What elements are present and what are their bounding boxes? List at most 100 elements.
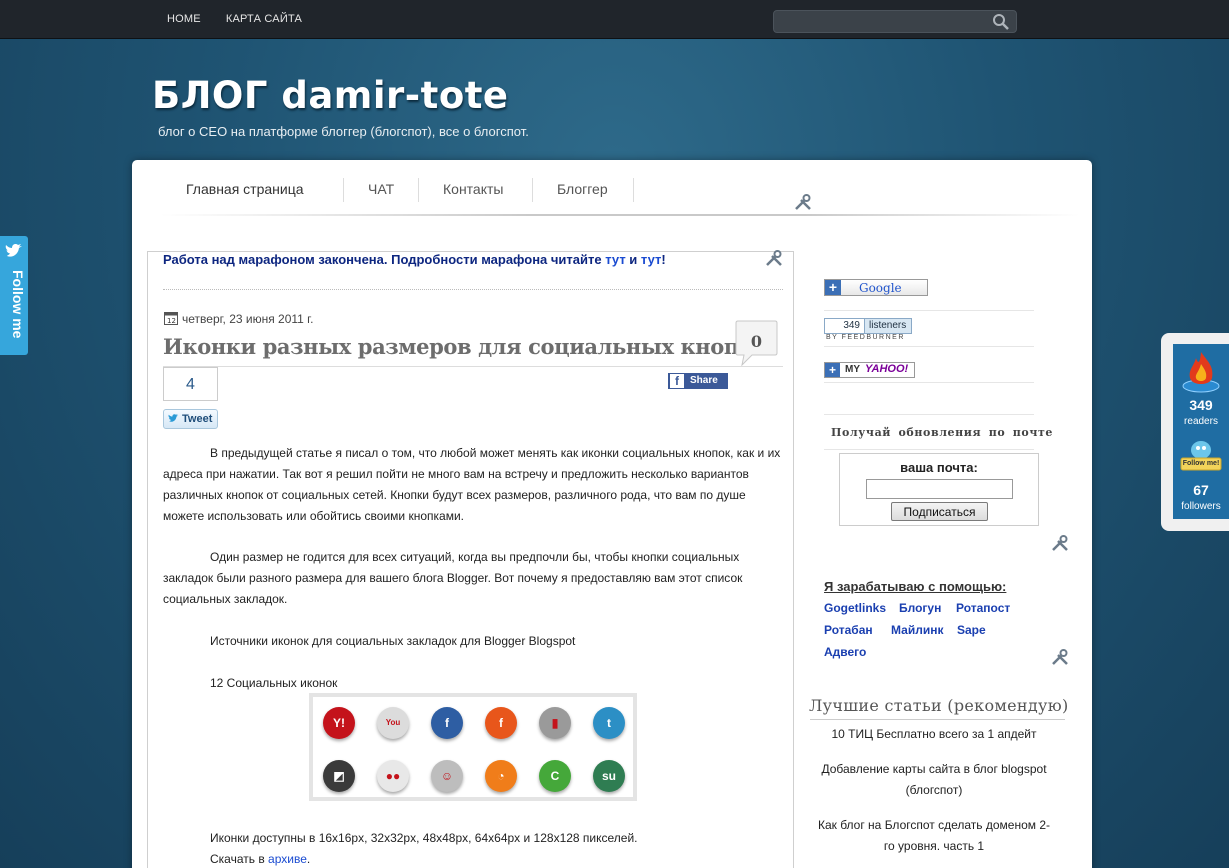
earn-link-gogetlinks[interactable]: Gogetlinks xyxy=(824,601,886,615)
sidebar-divider xyxy=(824,310,1034,311)
sidebar-divider xyxy=(824,414,1034,415)
earn-link-mailink[interactable]: Майлинк xyxy=(891,623,943,637)
share-label: Share xyxy=(690,375,718,386)
announcement-end: ! xyxy=(661,252,666,267)
tweet-count: 4 xyxy=(163,367,218,401)
post-date: четверг, 23 июня 2011 г. xyxy=(182,312,314,326)
earn-link-advego[interactable]: Адвего xyxy=(824,645,866,659)
search-input[interactable] xyxy=(780,14,990,30)
top-nav-home[interactable]: HOME xyxy=(167,13,201,25)
rss-icon: ◔ xyxy=(485,760,517,792)
best-article-link[interactable]: Как блог на Блогспот сделать доменом 2-г… xyxy=(814,815,1054,857)
blog-title[interactable]: БЛОГ damir-tote xyxy=(152,74,509,117)
top-bar: HOME КАРТА САЙТА xyxy=(0,0,1229,39)
announcement-and: и xyxy=(625,252,641,267)
subscribe-button[interactable]: Подписаться xyxy=(891,502,988,521)
sidebar-divider xyxy=(824,449,1034,450)
title-divider xyxy=(163,366,783,367)
nav-separator xyxy=(633,178,634,202)
flame-icon xyxy=(1182,352,1220,393)
dotted-divider xyxy=(163,289,783,290)
earn-heading: Я зарабатываю с помощью: xyxy=(824,579,1007,594)
download-archive-link[interactable]: архиве xyxy=(268,852,307,866)
twitter-icon: t xyxy=(593,707,625,739)
delicious-icon: ◩ xyxy=(323,760,355,792)
post-paragraph-3: Источники иконок для социальных закладок… xyxy=(210,634,576,648)
best-article-link[interactable]: 10 ТИЦ Бесплатно всего за 1 апдейт xyxy=(814,724,1054,745)
earn-link-blogun[interactable]: Блогун xyxy=(899,601,941,615)
facebook-icon: f xyxy=(431,707,463,739)
subscribe-heading: Получай обновления по почте xyxy=(831,426,1053,439)
nav-divider xyxy=(160,214,1080,216)
search-icon[interactable] xyxy=(992,13,1010,31)
post-paragraph-2: Один размер не годится для всех ситуаций… xyxy=(163,550,743,606)
edit-tools-icon[interactable] xyxy=(764,248,784,268)
tweet-button[interactable]: Tweet xyxy=(163,409,218,429)
bird-icon xyxy=(1180,441,1222,471)
add-to-google-button[interactable]: + Google xyxy=(824,279,928,296)
reddit-icon: ☺ xyxy=(431,760,463,792)
best-articles-divider xyxy=(810,719,1065,720)
top-nav-sitemap[interactable]: КАРТА САЙТА xyxy=(226,13,302,25)
nav-separator xyxy=(343,178,344,202)
feed-label: listeners xyxy=(869,320,907,331)
add-to-my-yahoo-button[interactable]: + MY YAHOO! xyxy=(824,362,915,378)
post-paragraph-5: Иконки доступны в 16x16px, 32x32px, 48x4… xyxy=(210,831,638,845)
top-search-box xyxy=(773,10,1017,33)
feedburner-by: BY FEEDBURNER xyxy=(826,334,905,341)
feedburner-counter[interactable]: 349 listeners xyxy=(824,318,912,334)
download-line: Скачать в архиве. xyxy=(163,849,788,868)
social-icons-image: Y! You f f ▮ t ◩ ●● ☺ ◔ Csu xyxy=(309,693,637,801)
readers-label: readers xyxy=(1184,416,1218,427)
nav-home[interactable]: Главная страница xyxy=(186,181,304,197)
facebook-share-button[interactable]: f Share xyxy=(668,373,728,389)
readers-count: 349 xyxy=(1189,397,1213,413)
edit-tools-icon[interactable] xyxy=(1050,647,1070,667)
earn-link-sape[interactable]: Sape xyxy=(957,623,986,637)
earn-link-rotapost[interactable]: Ротапост xyxy=(956,601,1010,615)
calendar-icon: 12 xyxy=(164,312,178,325)
email-label: ваша почта: xyxy=(900,460,978,475)
google-label: Google xyxy=(859,281,902,295)
feed-count: 349 xyxy=(825,319,865,333)
plus-icon: + xyxy=(825,280,841,295)
comment-count: 0 xyxy=(750,332,763,351)
edit-tools-icon[interactable] xyxy=(793,192,813,212)
announcement: Работа над марафоном закончена. Подробно… xyxy=(163,252,666,267)
announcement-link-2[interactable]: тут xyxy=(641,252,661,267)
post-title[interactable]: Иконки разных размеров для социальных кн… xyxy=(163,334,768,359)
edit-tools-icon[interactable] xyxy=(1050,533,1070,553)
blog-description: блог о СЕО на платформе блоггер (блогспо… xyxy=(158,124,529,139)
announcement-link-1[interactable]: тут xyxy=(605,252,625,267)
sidebar-divider xyxy=(824,382,1034,383)
earn-link-rotaban[interactable]: Ротабан xyxy=(824,623,873,637)
plus-icon: + xyxy=(825,363,840,377)
nav-separator xyxy=(532,178,533,202)
email-field[interactable] xyxy=(866,479,1013,499)
comment-count-bubble[interactable]: 0 xyxy=(734,320,779,367)
sidebar-divider xyxy=(824,346,1034,347)
youtube-icon: You xyxy=(377,707,409,739)
nav-contacts[interactable]: Контакты xyxy=(443,181,503,197)
post-paragraph-1: В предыдущей статье я писал о том, что л… xyxy=(163,446,781,523)
nav-separator xyxy=(418,178,419,202)
follow-me-label[interactable]: Follow me xyxy=(2,270,26,380)
technorati-icon: C xyxy=(539,760,571,792)
download-end: . xyxy=(306,852,311,866)
announcement-text: Работа над марафоном закончена. Подробно… xyxy=(163,252,606,267)
subscribe-form: ваша почта: Подписаться xyxy=(839,453,1039,526)
tweet-label: Tweet xyxy=(182,413,213,425)
twitter-bird-icon xyxy=(5,244,23,257)
flickr-icon: ●● xyxy=(377,760,409,792)
yahoo-label: YAHOO! xyxy=(865,363,909,375)
nav-blogger[interactable]: Блоггер xyxy=(557,181,608,197)
nav-chat[interactable]: ЧАТ xyxy=(368,181,394,197)
download-text: Скачать в xyxy=(210,852,269,866)
followers-label: followers xyxy=(1181,501,1221,512)
best-articles-heading: Лучшие статьи (рекомендую) xyxy=(809,696,1069,715)
top-nav: HOME КАРТА САЙТА xyxy=(167,13,324,25)
post-paragraph-4: 12 Социальных иконок xyxy=(210,676,338,690)
stumbleupon-icon: su xyxy=(593,760,625,792)
digg-icon: ▮ xyxy=(539,707,571,739)
best-article-link[interactable]: Добавление карты сайта в блог blogspot (… xyxy=(814,759,1054,801)
